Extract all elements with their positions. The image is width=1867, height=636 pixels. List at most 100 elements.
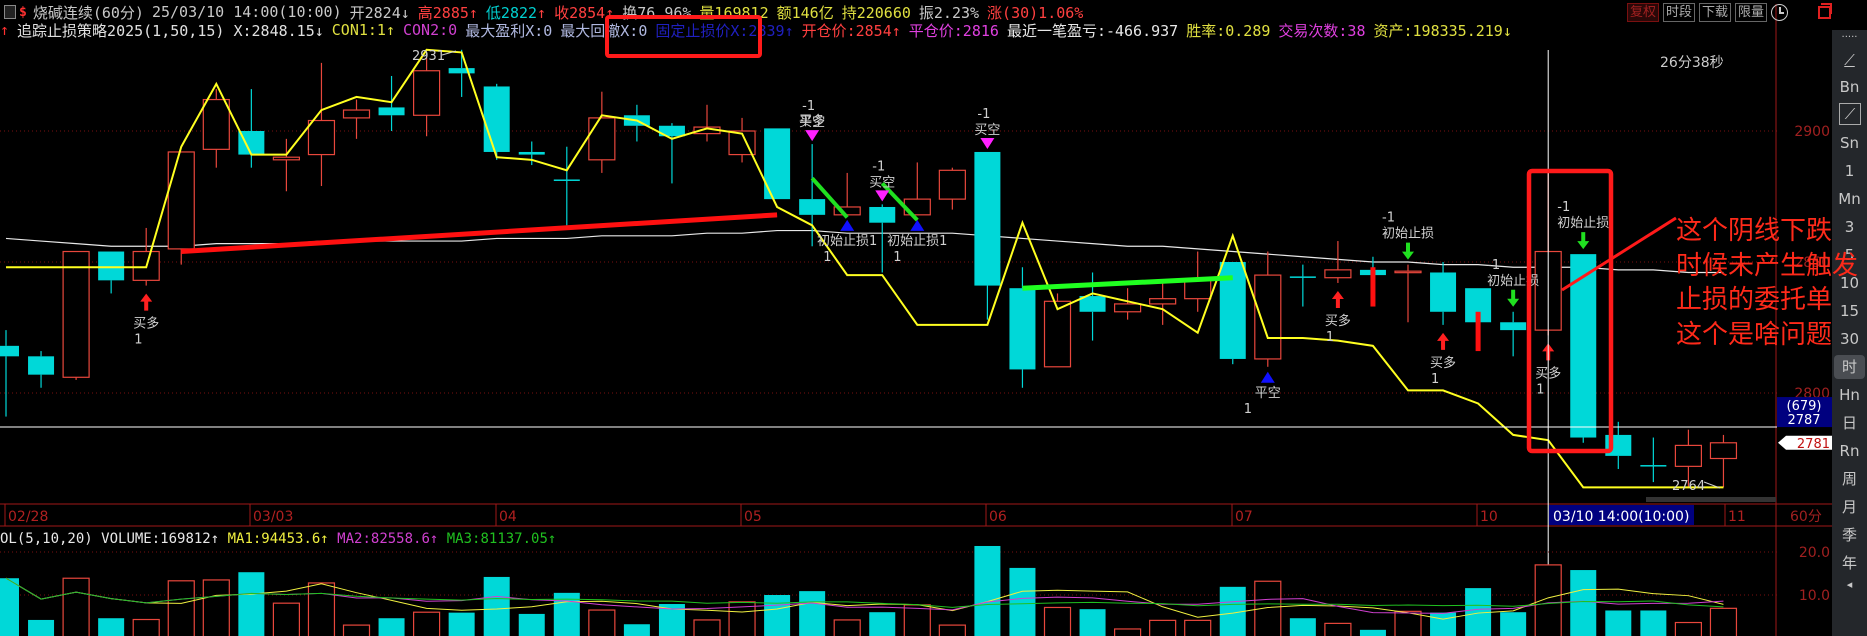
clock-icon[interactable] <box>1771 4 1789 21</box>
volume-bar <box>238 572 265 636</box>
period-Hn[interactable]: Hn <box>1832 383 1867 407</box>
volume-bar <box>1570 570 1597 636</box>
volume-bar <box>483 576 510 636</box>
period-Sn[interactable]: Sn <box>1832 131 1867 155</box>
collapse-icon[interactable]: ◂ <box>1832 573 1867 597</box>
signal-label: 买多 <box>133 316 159 332</box>
signal-label: 初始止损 <box>1557 216 1609 231</box>
candle <box>307 62 336 187</box>
candle-body <box>869 206 896 223</box>
candle-body <box>167 151 195 250</box>
time-period-button[interactable]: 时段 <box>1663 3 1696 22</box>
candle-body <box>342 109 371 119</box>
candle-body <box>98 251 125 281</box>
stop-arrow-icon <box>1577 232 1590 250</box>
fuquan-button[interactable]: 复权 <box>1627 3 1660 22</box>
limit-button[interactable]: 限量 <box>1735 3 1768 22</box>
period-1[interactable]: 1 <box>1832 159 1867 183</box>
candle <box>342 99 371 139</box>
signal-qty: 1 <box>1536 382 1544 397</box>
date-tick-label: 11 <box>1728 509 1746 525</box>
horizontal-scrollbar[interactable] <box>1646 497 1776 502</box>
volume-header: OL(5,10,20) VOLUME:169812↑ MA1:94453.6↑ … <box>0 531 556 547</box>
volume-bar <box>974 545 1001 636</box>
candle-body <box>1149 298 1177 305</box>
volume-bar <box>1009 567 1036 636</box>
signal-label: 买空 <box>974 123 1000 138</box>
volume-bar <box>1640 610 1667 636</box>
candle <box>728 117 756 163</box>
period-月[interactable]: 月 <box>1832 495 1867 519</box>
candle-body <box>1674 444 1703 467</box>
volume-bar <box>1289 618 1316 636</box>
buy-arrow-icon <box>1437 332 1450 350</box>
chart-top-buttons: 复权 时段 下载 限量 <box>1627 3 1789 22</box>
volume-bar <box>1184 619 1212 636</box>
signal-qty: -1 <box>1557 200 1570 215</box>
volume-bar <box>0 578 19 636</box>
volume-bar <box>833 619 861 636</box>
volume-bar <box>28 619 55 636</box>
candle-body <box>307 119 336 156</box>
candle-body <box>1394 270 1422 274</box>
line-chart-icon[interactable]: ⟋ <box>1832 48 1867 72</box>
period-Mn[interactable]: Mn <box>1832 187 1867 211</box>
volume-bar <box>62 577 90 636</box>
candle <box>0 330 19 417</box>
volume-bar <box>167 580 195 636</box>
candle <box>483 83 510 160</box>
download-button[interactable]: 下载 <box>1699 3 1732 22</box>
candle-body <box>588 117 616 161</box>
volume-bar <box>1500 612 1527 636</box>
cover-triangle-icon <box>1260 371 1275 383</box>
signal-qty: -1 <box>977 107 990 122</box>
signal-label: 初始止损 <box>1382 227 1434 242</box>
main-chart[interactable]: 29002850280002/28 03/03 04 05 06 07 10 1103/10 … <box>0 0 1867 636</box>
toolbar-handle[interactable]: ····· <box>1832 26 1867 50</box>
restore-window-icon[interactable] <box>1818 3 1832 19</box>
bar-countdown: 26分38秒 <box>1660 55 1724 71</box>
sell-triangle-icon <box>875 190 890 202</box>
volume-bar <box>378 618 405 636</box>
volume-bar <box>1149 619 1177 636</box>
volume-value: MA1:94453.6↑ <box>228 531 338 547</box>
candle <box>272 138 300 192</box>
candle <box>1394 264 1422 323</box>
date-tick-label: 07 <box>1235 509 1253 525</box>
volume-bar <box>1709 607 1738 636</box>
period-周[interactable]: 周 <box>1832 467 1867 491</box>
cursor-date-label: 03/10 14:00(10:00) <box>1553 509 1689 525</box>
candle <box>553 146 580 226</box>
signal-label: 初始止损1 <box>817 234 877 249</box>
volume-bar <box>98 618 125 636</box>
volume-bar <box>588 609 616 636</box>
candle-body <box>62 250 90 378</box>
period-Bn[interactable]: Bn <box>1832 75 1867 99</box>
stop-arrow-icon <box>1507 289 1520 307</box>
candle-body <box>1113 303 1142 313</box>
candle-body <box>1254 274 1282 360</box>
volume-value: MA2:82558.6↑ <box>337 531 447 547</box>
period-Rn[interactable]: Rn <box>1832 439 1867 463</box>
candle-body <box>0 345 19 357</box>
signal-label: 初始止损1 <box>887 234 947 249</box>
period-时[interactable]: 时 <box>1834 355 1865 379</box>
date-tick-label: 06 <box>989 509 1007 525</box>
candle <box>1289 264 1316 307</box>
candle <box>693 104 721 142</box>
signal-qty: 1 <box>1326 330 1334 345</box>
candle-body <box>1043 300 1072 368</box>
volume-tick-label: 20.0 <box>1799 545 1830 561</box>
boxed-chart-icon[interactable]: ⟋ <box>1839 103 1861 125</box>
period-季[interactable]: 季 <box>1832 523 1867 547</box>
candle <box>167 151 195 265</box>
buy-arrow-icon <box>1331 290 1344 308</box>
period-日[interactable]: 日 <box>1832 411 1867 435</box>
volume-bar <box>1394 610 1422 636</box>
signal-label: 平空 <box>1255 386 1281 401</box>
period-年[interactable]: 年 <box>1832 551 1867 575</box>
volume-bar <box>693 619 721 636</box>
signal-qty: 1 <box>893 250 901 265</box>
volume-bar <box>132 618 160 636</box>
user-annotation-text: 这个阴线下跌 时候未产生触发 止损的委托单 这个是啥问题 <box>1676 214 1858 352</box>
